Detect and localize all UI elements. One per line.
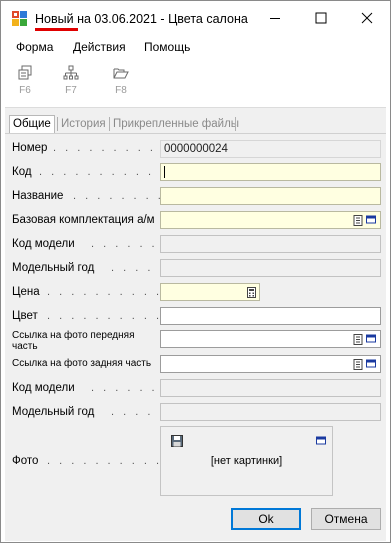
cancel-button[interactable]: Отмена	[311, 508, 381, 530]
model-year-field	[160, 259, 381, 277]
model-code-label-2: Код модели	[12, 382, 75, 394]
minimize-icon	[270, 18, 280, 19]
tool-label-f8: F8	[115, 85, 127, 96]
select-list-icon[interactable]	[353, 215, 363, 226]
name-input[interactable]	[160, 187, 381, 205]
maximize-icon	[315, 12, 327, 24]
menu-bar: Форма Действия Помощь	[1, 37, 390, 57]
price-label: Цена	[12, 286, 40, 298]
toolbar: F6 F7 F8	[1, 58, 390, 106]
photo-label: Фото	[12, 455, 39, 467]
window-title: Новый на 03.06.2021 - Цвета салона	[35, 12, 248, 26]
text-caret	[164, 166, 165, 178]
no-image-text: [нет картинки]	[210, 455, 283, 467]
tab-history[interactable]: История	[61, 116, 106, 132]
number-label: Номер	[12, 142, 48, 154]
tab-separator	[57, 117, 58, 131]
menu-actions[interactable]: Действия	[73, 40, 126, 54]
code-label: Код	[12, 166, 32, 178]
model-year-label-2: Модельный год	[12, 406, 95, 418]
photo-front-label-line2: часть	[12, 341, 38, 352]
photo-front-link-input[interactable]	[160, 330, 381, 348]
title-underline-mark	[35, 28, 78, 31]
tab-separator	[109, 117, 110, 131]
calculator-icon[interactable]	[247, 287, 256, 298]
base-equipment-label: Базовая комплектация а/м	[12, 214, 155, 226]
select-list-icon[interactable]	[353, 359, 363, 370]
copy-records-icon	[18, 65, 32, 80]
tab-general[interactable]: Общие	[9, 115, 55, 134]
photo-front-label-line1: Ссылка на фото передняя	[12, 330, 135, 341]
ok-button[interactable]: Ok	[231, 508, 301, 530]
tool-label-f7: F7	[65, 85, 77, 96]
color-label: Цвет	[12, 310, 38, 322]
model-code-field	[160, 235, 381, 253]
close-icon	[361, 12, 373, 24]
color-input[interactable]	[160, 307, 381, 325]
photo-front-link-label: Ссылка на фото передняя часть	[12, 330, 135, 352]
code-input[interactable]	[160, 163, 381, 181]
open-folder-button[interactable]: F8	[107, 63, 135, 101]
tool-label-f6: F6	[19, 85, 31, 96]
menu-help[interactable]: Помощь	[144, 40, 190, 54]
hierarchy-icon	[63, 65, 79, 80]
minimize-button[interactable]	[252, 1, 298, 35]
name-label: Название	[12, 190, 64, 202]
menu-forma[interactable]: Форма	[16, 40, 53, 54]
open-form-icon[interactable]	[316, 436, 326, 445]
maximize-button[interactable]	[298, 1, 344, 35]
title-rest-label: на 03.06.2021 - Цвета салона	[73, 12, 248, 26]
number-field: 0000000024	[160, 140, 381, 158]
open-folder-icon	[113, 68, 129, 79]
title-new-label: Новый	[35, 12, 74, 26]
title-bar: Новый на 03.06.2021 - Цвета салона	[1, 1, 390, 35]
save-icon[interactable]	[171, 435, 183, 447]
base-equipment-input[interactable]	[160, 211, 381, 229]
model-year-field-2	[160, 403, 381, 421]
select-list-icon[interactable]	[353, 334, 363, 345]
photo-box[interactable]: [нет картинки]	[160, 426, 333, 496]
close-button[interactable]	[344, 1, 390, 35]
model-year-label: Модельный год	[12, 262, 95, 274]
form-body: Общие История Прикрепленные файлы Номер …	[5, 107, 386, 541]
tab-panel-border	[5, 133, 386, 134]
app-icon	[12, 11, 27, 26]
price-input[interactable]	[160, 283, 260, 301]
open-form-icon[interactable]	[366, 359, 376, 368]
photo-back-link-label: Ссылка на фото задняя часть	[12, 358, 152, 369]
form-window: Новый на 03.06.2021 - Цвета салона Форма…	[0, 0, 391, 543]
open-form-icon[interactable]	[366, 334, 376, 343]
tab-attached-files[interactable]: Прикрепленные файлы	[113, 116, 239, 132]
copy-records-button[interactable]: F6	[11, 63, 39, 101]
model-code-label: Код модели	[12, 238, 75, 250]
tab-separator	[235, 117, 236, 131]
photo-back-link-input[interactable]	[160, 355, 381, 373]
model-code-field-2	[160, 379, 381, 397]
hierarchy-button[interactable]: F7	[57, 63, 85, 101]
open-form-icon[interactable]	[366, 215, 376, 224]
